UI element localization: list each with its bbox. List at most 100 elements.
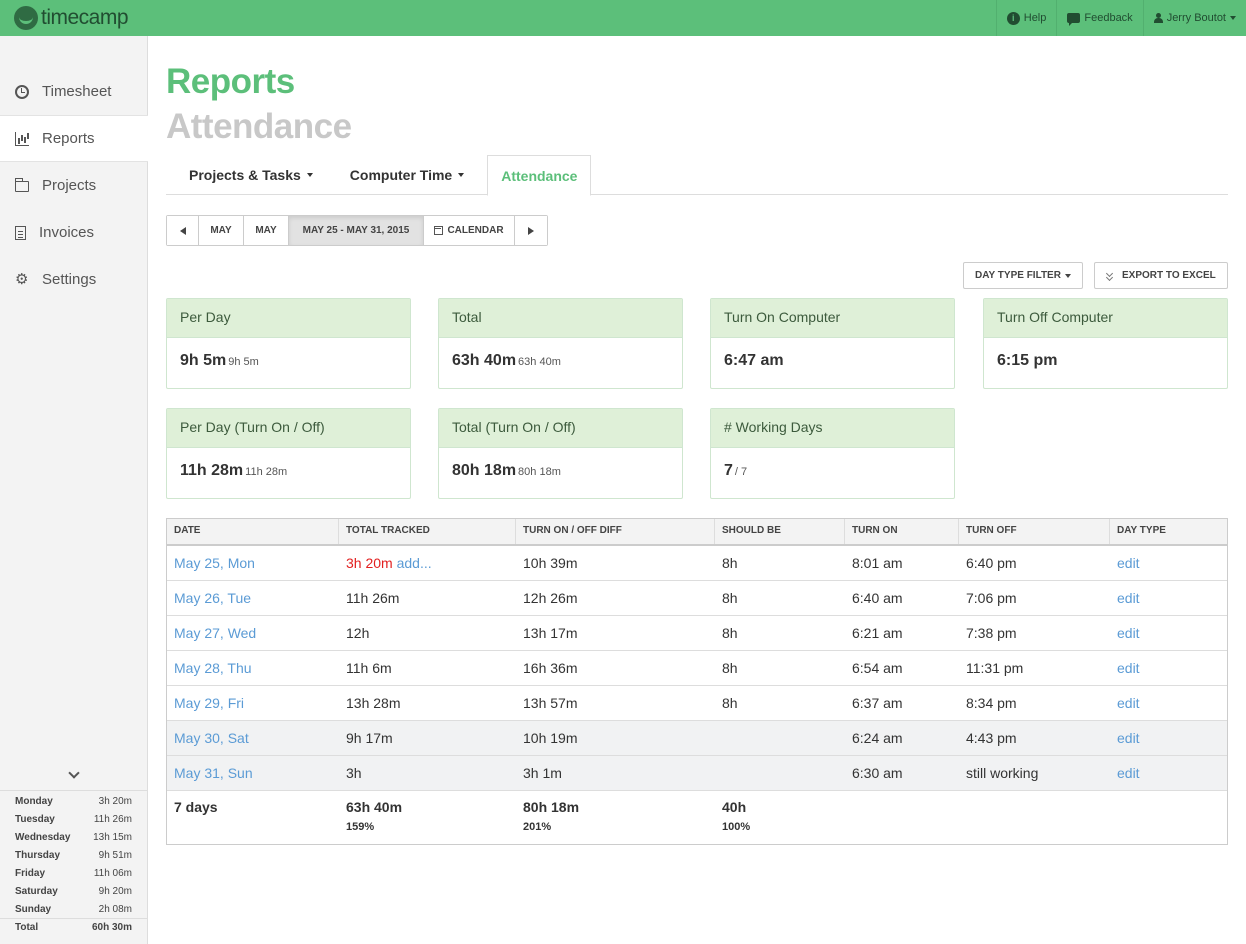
column-header[interactable]: DATE xyxy=(167,519,339,544)
day-type-filter-button[interactable]: DAY TYPE FILTER xyxy=(963,262,1083,289)
caret-down-icon xyxy=(1064,273,1071,278)
date-link[interactable]: May 29, Fri xyxy=(167,695,339,711)
table-row: May 31, Sun 3h 3h 1m 6:30 am still worki… xyxy=(167,756,1227,791)
tracked-cell: 11h 6m xyxy=(346,660,392,676)
card-title: # Working Days xyxy=(711,409,954,448)
table-row: May 30, Sat 9h 17m 10h 19m 6:24 am 4:43 … xyxy=(167,721,1227,756)
column-header[interactable]: TURN ON / OFF DIFF xyxy=(516,519,715,544)
triangle-right-icon xyxy=(528,226,534,235)
turn-on-cell: 6:21 am xyxy=(852,625,903,641)
week-range-button[interactable]: MAY 25 - MAY 31, 2015 xyxy=(289,216,424,245)
edit-day-type-link[interactable]: edit xyxy=(1110,625,1227,641)
card-subvalue: / 7 xyxy=(734,466,748,478)
footer-diff: 80h 18m xyxy=(523,799,580,815)
sidebar-item-settings[interactable]: ⚙ Settings xyxy=(0,256,148,303)
column-header[interactable]: TOTAL TRACKED xyxy=(339,519,516,544)
timecamp-logo[interactable]: timecamp xyxy=(14,5,129,31)
tracked-cell: 9h 17m xyxy=(346,730,393,746)
user-menu[interactable]: Jerry Boutot xyxy=(1142,0,1246,36)
document-icon xyxy=(15,225,26,240)
tracked-value: 3h 20m xyxy=(346,555,393,571)
edit-day-type-link[interactable]: edit xyxy=(1110,695,1227,711)
diff-cell: 10h 39m xyxy=(523,555,578,571)
tab-attendance[interactable]: Attendance xyxy=(487,155,592,196)
card-value: 11h 28m xyxy=(180,462,244,479)
sidebar-item-label: Reports xyxy=(42,130,95,147)
feedback-link[interactable]: Feedback xyxy=(1056,0,1142,36)
next-period-button[interactable] xyxy=(515,216,547,245)
edit-day-type-link[interactable]: edit xyxy=(1110,590,1227,606)
month-button[interactable]: MAY xyxy=(244,216,289,245)
tab-label: Projects & Tasks xyxy=(189,167,301,183)
tab-computer-time[interactable]: Computer Time xyxy=(336,155,487,195)
week-total-label: Total xyxy=(15,922,39,933)
turn-off-cell: 11:31 pm xyxy=(966,660,1024,676)
calendar-button[interactable]: CALENDAR xyxy=(424,216,515,245)
export-to-excel-button[interactable]: EXPORT TO EXCEL xyxy=(1094,262,1228,289)
turn-off-cell: still working xyxy=(966,765,1039,781)
stat-card-working-days: # Working Days 7/ 7 xyxy=(710,408,955,499)
gear-icon: ⚙ xyxy=(15,270,29,288)
chevron-down-icon[interactable] xyxy=(68,767,80,779)
sidebar-item-projects[interactable]: Projects xyxy=(0,162,148,209)
stat-card-per-day-on-off: Per Day (Turn On / Off) 11h 28m 11h 28m xyxy=(166,408,411,499)
column-header[interactable]: SHOULD BE xyxy=(715,519,845,544)
week-total-value: 60h 30m xyxy=(91,922,132,933)
card-subvalue: 11h 28m xyxy=(245,466,288,478)
card-title: Total xyxy=(439,299,682,338)
table-row: May 28, Thu 11h 6m 16h 36m 8h 6:54 am 11… xyxy=(167,651,1227,686)
date-link[interactable]: May 30, Sat xyxy=(167,730,339,746)
add-time-link[interactable]: add... xyxy=(397,555,432,571)
sidebar-item-reports[interactable]: Reports xyxy=(0,115,148,162)
date-link[interactable]: May 27, Wed xyxy=(167,625,339,641)
week-day: Thursday xyxy=(15,849,61,861)
weekly-summary: Monday 3h 20m Tuesday 11h 26m Wednesday … xyxy=(0,790,147,936)
edit-day-type-link[interactable]: edit xyxy=(1110,555,1227,571)
prev-month-button[interactable]: MAY xyxy=(199,216,244,245)
edit-day-type-link[interactable]: edit xyxy=(1110,660,1227,676)
date-link[interactable]: May 28, Thu xyxy=(167,660,339,676)
footer-diff-pct: 201% xyxy=(523,821,552,833)
tab-projects-tasks[interactable]: Projects & Tasks xyxy=(166,155,336,195)
week-day: Saturday xyxy=(15,885,58,897)
help-link[interactable]: i Help xyxy=(995,0,1057,36)
timecamp-logo-icon xyxy=(14,6,38,30)
attendance-table: DATE TOTAL TRACKED TURN ON / OFF DIFF SH… xyxy=(166,518,1228,845)
edit-day-type-link[interactable]: edit xyxy=(1110,765,1227,781)
week-value: 11h 26m xyxy=(93,813,132,825)
page-subtitle: Attendance xyxy=(166,107,352,146)
column-header[interactable]: TURN OFF xyxy=(959,519,1110,544)
sidebar-item-timesheet[interactable]: Timesheet xyxy=(0,68,148,115)
folder-icon xyxy=(15,178,29,192)
date-link[interactable]: May 26, Tue xyxy=(167,590,339,606)
column-header[interactable]: TURN ON xyxy=(845,519,959,544)
footer-should: 40h xyxy=(722,799,747,815)
tracked-cell: 3h 20m add... xyxy=(339,555,516,571)
week-day: Friday xyxy=(15,867,46,879)
card-title: Turn On Computer xyxy=(711,299,954,338)
date-link[interactable]: May 31, Sun xyxy=(167,765,339,781)
card-value: 80h 18m xyxy=(452,462,517,479)
double-chevron-down-icon xyxy=(1106,271,1114,281)
export-label: EXPORT TO EXCEL xyxy=(1122,270,1216,281)
prev-period-button[interactable] xyxy=(167,216,199,245)
caret-down-icon xyxy=(1230,16,1236,20)
diff-cell: 16h 36m xyxy=(523,660,578,676)
turn-on-cell: 6:37 am xyxy=(852,695,903,711)
week-row: Sunday 2h 08m xyxy=(0,900,147,918)
tab-label: Attendance xyxy=(501,167,578,184)
turn-off-cell: 8:34 pm xyxy=(966,695,1017,711)
should-be-cell: 8h xyxy=(722,695,738,711)
turn-on-cell: 6:24 am xyxy=(852,730,903,746)
page-title: Reports xyxy=(166,62,295,101)
week-row: Tuesday 11h 26m xyxy=(0,810,147,828)
date-link[interactable]: May 25, Mon xyxy=(167,555,339,571)
diff-cell: 13h 57m xyxy=(523,695,578,711)
turn-on-cell: 6:54 am xyxy=(852,660,903,676)
edit-day-type-link[interactable]: edit xyxy=(1110,730,1227,746)
sidebar-item-invoices[interactable]: Invoices xyxy=(0,209,148,256)
card-value: 6:15 pm xyxy=(997,352,1058,369)
column-header[interactable]: DAY TYPE xyxy=(1110,519,1227,544)
should-be-cell: 8h xyxy=(722,555,738,571)
turn-on-cell: 6:30 am xyxy=(852,765,903,781)
